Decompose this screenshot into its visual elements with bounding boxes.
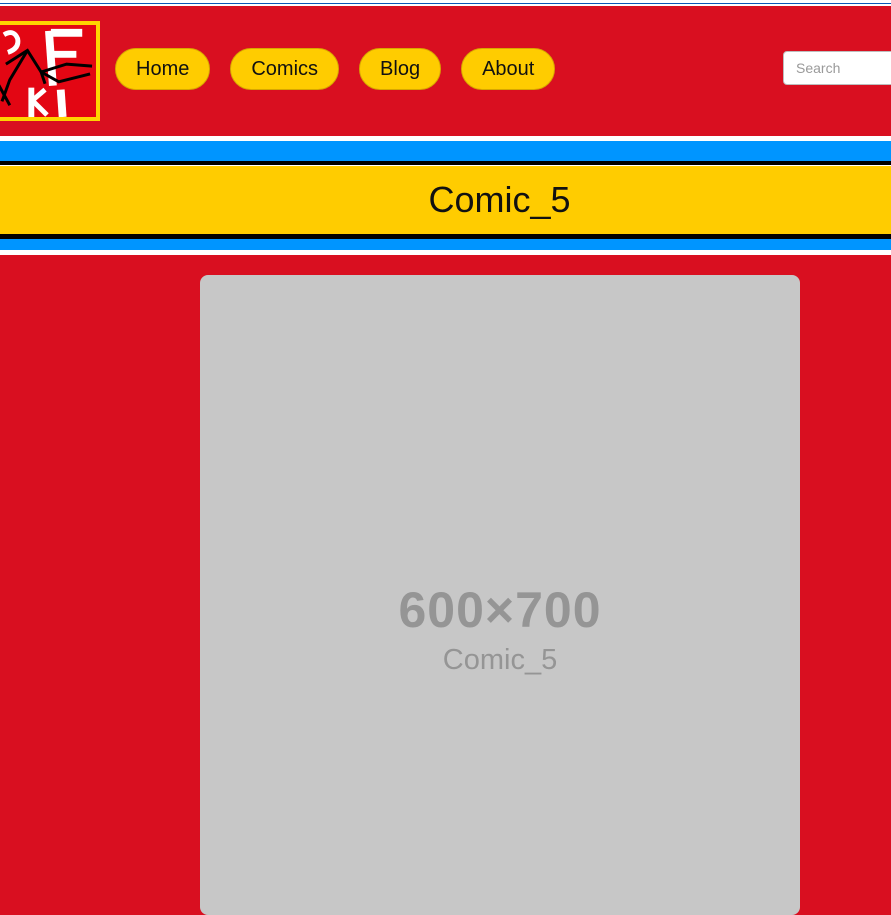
logo-graphic — [0, 25, 96, 117]
comic-image-placeholder[interactable]: 600×700 Comic_5 — [200, 275, 800, 915]
page-title-bar: Comic_5 — [0, 166, 891, 234]
main-nav: Home Comics Blog About — [115, 48, 556, 90]
blue-stripe-top — [0, 141, 891, 161]
nav-blog-button[interactable]: Blog — [359, 48, 442, 90]
black-stripe-top — [0, 161, 891, 165]
placeholder-dimensions: 600×700 — [398, 582, 602, 638]
site-logo[interactable] — [0, 21, 100, 121]
placeholder-caption: Comic_5 — [442, 644, 558, 676]
blue-stripe-bottom — [0, 239, 891, 250]
nav-home-button[interactable]: Home — [115, 48, 211, 90]
site-header: Home Comics Blog About — [0, 6, 891, 136]
placeholder-text-group: 600×700 Comic_5 — [200, 580, 800, 678]
main-content: 600×700 Comic_5 — [0, 255, 891, 915]
search-input[interactable] — [783, 51, 891, 85]
nav-about-button[interactable]: About — [461, 48, 556, 90]
page-title: Comic_5 — [428, 179, 571, 220]
nav-comics-button[interactable]: Comics — [230, 48, 340, 90]
